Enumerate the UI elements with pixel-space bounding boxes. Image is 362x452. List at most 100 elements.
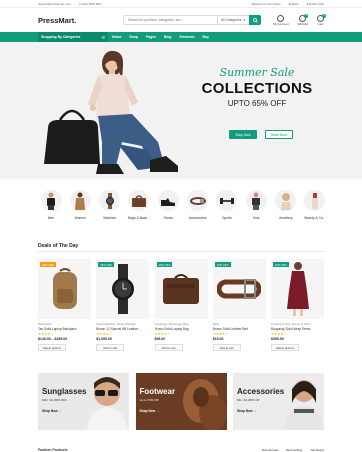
shoes-image [182, 379, 227, 430]
banner-shop-now-link[interactable]: Shop Now → [237, 409, 257, 413]
banner-link-label: Shop Now [42, 409, 58, 413]
banner-footwear[interactable]: Footwear Up to 70% Off Shop Now → [135, 373, 227, 430]
phone-text[interactable]: (+123) 4567 890 [79, 2, 101, 6]
select-options-button[interactable]: Select options [271, 344, 299, 351]
nav-item-pages[interactable]: Pages [146, 35, 156, 39]
deals-product-list: 16% OFF Backpacks Tan Solid Laptop Backp… [38, 259, 324, 351]
dumbbell-icon [216, 190, 238, 211]
product-name[interactable]: Brown 12 Special HB Leather... [96, 327, 149, 331]
discount-badge: 16% OFF [214, 262, 231, 267]
shop-now-button[interactable]: Shop Now [229, 130, 257, 139]
category-item-kids[interactable]: Kids [243, 190, 269, 220]
add-to-cart-button[interactable]: Add to cart [96, 344, 125, 351]
tab-new-arrivals[interactable]: New Arrivals [262, 448, 279, 452]
product-brand: Handbags, Messenger Bag [154, 322, 189, 326]
cart-button[interactable]: 0 Cart [317, 13, 326, 26]
banner-link-label: Shop Now [139, 409, 156, 413]
account-button[interactable]: My Account [273, 14, 289, 26]
language-select[interactable]: English [289, 2, 299, 6]
section-title: Fashion Products [38, 448, 68, 452]
category-item-watches[interactable]: Watches [97, 190, 123, 220]
product-card[interactable]: 16% OFF Smart Watches, Smart Watches Bro… [96, 259, 150, 351]
category-label: Kids [253, 216, 260, 220]
beauty-icon [304, 190, 326, 211]
product-image[interactable]: 16% OFF [154, 259, 208, 319]
category-select[interactable]: All Categories ▾ [217, 16, 249, 24]
tab-best-selling[interactable]: Best Selling [286, 448, 302, 452]
add-to-cart-button[interactable]: Add to cart [154, 344, 183, 351]
banner-shop-now-link[interactable]: Shop Now → [140, 409, 160, 413]
read-more-button[interactable]: Read More [265, 130, 293, 139]
product-rating: ★★★★☆ [96, 332, 112, 336]
belt-icon [217, 279, 262, 299]
heart-icon: 0 [299, 13, 309, 22]
category-label: Beauty & Ca... [304, 216, 326, 220]
category-item-sports[interactable]: Sports [214, 190, 240, 220]
nav-item-elements[interactable]: Elements [179, 35, 194, 39]
wishlist-label: Wishlist [297, 21, 308, 26]
fashion-products-header: Fashion Products New Arrivals Best Selli… [38, 448, 324, 452]
select-options-button[interactable]: Select options [38, 344, 66, 351]
tab-top-rated[interactable]: Top Rated [310, 448, 324, 452]
banner-link-label: Shop Now [237, 409, 253, 413]
cart-count: 0 [322, 13, 326, 18]
product-image[interactable]: 16% OFF [271, 259, 324, 319]
watch-icon [99, 190, 121, 211]
banner-shop-now-link[interactable]: Shop Now → [42, 409, 62, 413]
banner-accessories[interactable]: Accessories Min. 40–80% Off Shop Now → [233, 373, 324, 430]
product-card[interactable]: 16% OFF Handbags, Messenger Bag Brown So… [154, 259, 208, 351]
category-item-women[interactable]: Women [67, 190, 93, 220]
product-name[interactable]: Brown Solid Leather Belt [213, 327, 266, 331]
product-card[interactable]: 16% OFF Dresses & Tops, Events & Party B… [271, 259, 324, 351]
product-name[interactable]: Burgundy Solid Wrap Dress [271, 327, 324, 331]
product-name[interactable]: Tan Solid Laptop Backpack [38, 327, 91, 331]
chevron-down-icon: ▾ [243, 18, 246, 22]
banner-title: Accessories [237, 387, 285, 396]
nav-item-home[interactable]: Home [112, 35, 121, 39]
nav-item-buy[interactable]: Buy [203, 35, 209, 39]
deals-title: Deals of The Day [38, 243, 79, 249]
sunglasses-model-image [87, 377, 127, 430]
hero-text: Summer Sale COLLECTIONS UPTO 65% OFF [192, 66, 322, 108]
product-image[interactable]: 16% OFF [212, 259, 266, 319]
category-item-men[interactable]: Men [38, 190, 64, 220]
nav-item-shop[interactable]: Shop [129, 35, 137, 39]
currency-select[interactable]: $ Dollar (US) [307, 2, 324, 6]
category-item-beauty[interactable]: Beauty & Ca... [302, 190, 328, 220]
banner-title: Footwear [139, 387, 176, 396]
hero-buttons: Shop Now Read More [229, 130, 293, 139]
product-rating: ★★★★☆ [38, 332, 54, 336]
add-to-cart-button[interactable]: Add to cart [212, 344, 241, 351]
product-image[interactable]: 16% OFF [38, 259, 91, 319]
product-price: $15.00 [212, 337, 224, 341]
product-price: $395.00 [271, 337, 284, 341]
category-select-label: All Categories [221, 18, 242, 22]
nav-item-blog[interactable]: Blog [164, 35, 172, 39]
product-card[interactable]: 16% OFF Backpacks Tan Solid Laptop Backp… [38, 259, 91, 351]
category-item-jewellery[interactable]: Jewellery [273, 190, 299, 220]
menu-icon: ☰ [101, 34, 105, 40]
categories-menu-button[interactable]: Shopping By Categories ☰ [38, 32, 108, 42]
product-name[interactable]: Brown Solid Laptop Bag [155, 327, 208, 331]
search-button[interactable] [249, 15, 261, 25]
discount-badge: 16% OFF [98, 262, 115, 267]
email-text[interactable]: support@pressmart.com [38, 2, 71, 6]
wishlist-button[interactable]: 0 Wishlist [297, 13, 309, 26]
search-bar: All Categories▾ [123, 15, 261, 25]
backpack-icon [52, 268, 77, 309]
banner-sunglasses[interactable]: Sunglasses MIN. 40–80% OFF Shop Now → [38, 373, 129, 430]
bag-icon [128, 190, 150, 211]
shoe-icon [157, 190, 179, 211]
laptop-bag-icon [163, 274, 199, 304]
category-item-bags[interactable]: Bags & Back... [126, 190, 152, 220]
kid-icon [245, 190, 267, 211]
search-input[interactable] [124, 18, 217, 22]
logo[interactable]: PressMart. [38, 16, 98, 25]
product-card[interactable]: 16% OFF Belts Brown Solid Leather Belt ★… [212, 259, 266, 351]
category-item-shoes[interactable]: Shoes [155, 190, 181, 220]
banner-subtitle: MIN. 40–80% OFF [42, 398, 68, 402]
category-label: Accessories [188, 216, 207, 220]
product-image[interactable]: 16% OFF [96, 259, 150, 319]
category-item-accessories[interactable]: Accessories [185, 190, 211, 220]
hero-title: COLLECTIONS [201, 80, 313, 97]
